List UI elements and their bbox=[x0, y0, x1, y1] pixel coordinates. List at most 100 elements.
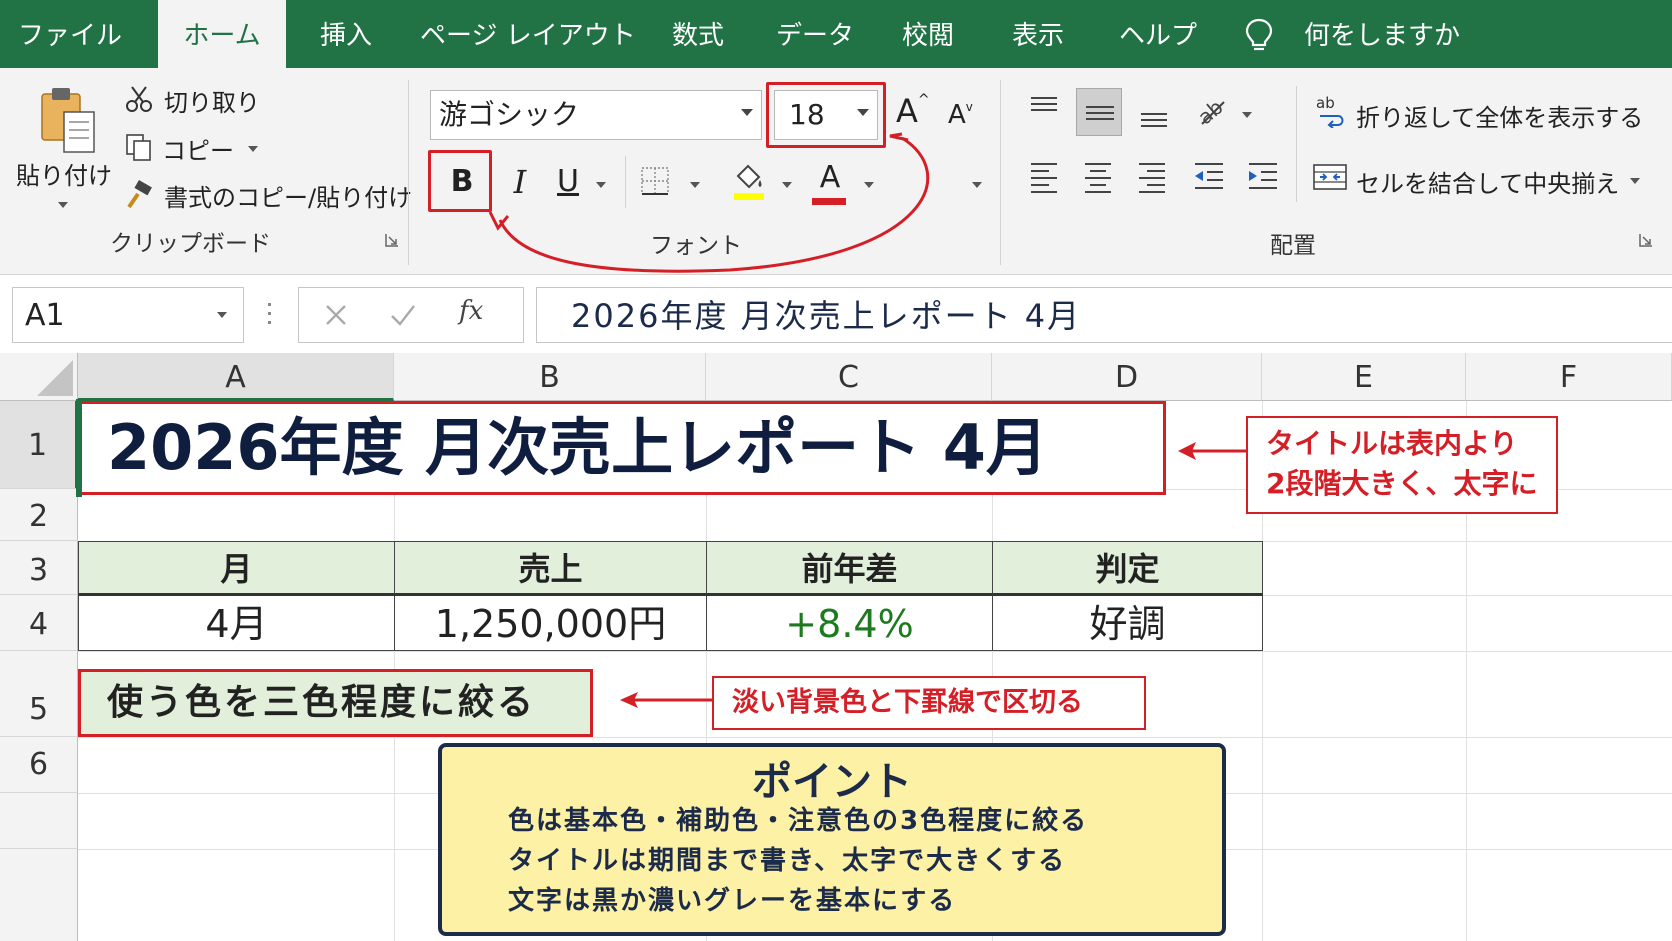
cell-a1[interactable]: 2026年度 月次売上レポート 4月 bbox=[78, 401, 1166, 495]
header-cell-judgement[interactable]: 判定 bbox=[992, 541, 1263, 596]
decrease-font-size-icon[interactable]: Av bbox=[948, 100, 973, 130]
column-header-e[interactable]: E bbox=[1262, 353, 1466, 401]
color-tip-text: 使う色を三色程度に絞る bbox=[107, 682, 537, 723]
align-bottom-icon[interactable] bbox=[1138, 94, 1170, 130]
align-center-icon[interactable] bbox=[1082, 160, 1114, 194]
ribbon-separator bbox=[1000, 80, 1001, 265]
tab-insert[interactable]: 挿入 bbox=[300, 0, 392, 68]
font-name-chevron-icon[interactable] bbox=[741, 109, 753, 116]
a5-arrow-icon bbox=[620, 692, 712, 708]
formula-content: 2026年度 月次売上レポート 4月 bbox=[571, 297, 1082, 335]
enter-check-icon[interactable] bbox=[389, 302, 417, 328]
paste-dropdown-chevron-icon[interactable] bbox=[58, 202, 68, 208]
paste-button[interactable]: 貼り付け bbox=[16, 156, 112, 191]
point-heading: ポイント bbox=[752, 759, 912, 805]
tab-formulas[interactable]: 数式 bbox=[658, 0, 738, 68]
row-header-5[interactable]: 5 bbox=[0, 651, 78, 737]
ribbon-home: 貼り付け 切り取り コピー 書式のコピー/貼り付け クリップボード 游ゴシック … bbox=[0, 68, 1672, 275]
wrap-text-button[interactable]: 折り返して全体を表示する bbox=[1356, 98, 1643, 133]
row-header-4[interactable]: 4 bbox=[0, 595, 78, 651]
format-painter-icon[interactable] bbox=[124, 180, 154, 210]
clipboard-launcher-icon[interactable] bbox=[384, 232, 400, 248]
column-header-f[interactable]: F bbox=[1466, 353, 1672, 401]
increase-indent-icon[interactable] bbox=[1246, 160, 1280, 194]
formula-input[interactable]: 2026年度 月次売上レポート 4月 bbox=[536, 287, 1672, 343]
cell-a5[interactable]: 使う色を三色程度に絞る bbox=[78, 669, 593, 737]
point-line: 色は基本色・補助色・注意色の3色程度に絞る bbox=[508, 806, 1089, 836]
formula-buttons: fx bbox=[298, 287, 524, 343]
data-cell-month[interactable]: 4月 bbox=[78, 596, 395, 651]
name-box[interactable]: A1 bbox=[12, 287, 244, 343]
tab-file[interactable]: ファイル bbox=[0, 0, 140, 68]
grid-line bbox=[78, 737, 1672, 738]
clipboard-group-label: クリップボード bbox=[110, 231, 271, 257]
row-header-7[interactable] bbox=[0, 793, 78, 849]
tab-view[interactable]: 表示 bbox=[998, 0, 1078, 68]
svg-text:ab: ab bbox=[1316, 94, 1335, 112]
orientation-icon[interactable]: ab bbox=[1192, 92, 1228, 128]
name-box-value: A1 bbox=[25, 298, 65, 333]
align-right-icon[interactable] bbox=[1136, 160, 1168, 194]
insert-function-icon[interactable]: fx bbox=[459, 296, 483, 326]
merge-dropdown-chevron-icon[interactable] bbox=[1630, 178, 1640, 184]
select-all-corner[interactable] bbox=[0, 353, 78, 401]
merge-center-icon[interactable] bbox=[1312, 162, 1348, 192]
align-middle-button[interactable] bbox=[1076, 88, 1122, 136]
column-header-b[interactable]: B bbox=[394, 353, 706, 401]
point-line: 文字は黒か濃いグレーを基本にする bbox=[508, 886, 957, 916]
svg-text:ab: ab bbox=[1193, 95, 1228, 128]
header-cell-month[interactable]: 月 bbox=[78, 541, 395, 596]
align-left-icon[interactable] bbox=[1028, 160, 1060, 194]
copy-button[interactable]: コピー bbox=[162, 131, 234, 166]
tab-help[interactable]: ヘルプ bbox=[1112, 0, 1204, 68]
excel-window: ファイル ホーム 挿入 ページ レイアウト 数式 データ 校閲 表示 ヘルプ 何… bbox=[0, 0, 1672, 941]
wrap-text-icon[interactable]: ab bbox=[1314, 94, 1346, 128]
data-cell-judgement[interactable]: 好調 bbox=[992, 596, 1263, 651]
orientation-dropdown-chevron-icon[interactable] bbox=[1242, 112, 1252, 118]
tab-review[interactable]: 校閲 bbox=[888, 0, 968, 68]
formula-bar-grip-icon bbox=[268, 303, 272, 327]
font-name-combo[interactable]: 游ゴシック bbox=[430, 90, 762, 140]
point-box: ポイント 色は基本色・補助色・注意色の3色程度に絞る タイトルは期間まで書き、太… bbox=[438, 743, 1226, 936]
column-header-d[interactable]: D bbox=[992, 353, 1262, 401]
row-header-2[interactable]: 2 bbox=[0, 489, 78, 541]
paste-icon[interactable] bbox=[38, 84, 98, 158]
cut-button[interactable]: 切り取り bbox=[164, 83, 260, 118]
formula-bar: A1 fx 2026年度 月次売上レポート 4月 bbox=[0, 275, 1672, 355]
select-all-triangle-icon bbox=[37, 360, 73, 396]
name-box-chevron-icon[interactable] bbox=[217, 312, 227, 318]
point-line: タイトルは期間まで書き、太字で大きくする bbox=[508, 846, 1067, 876]
tell-me-search[interactable]: 何をしますか bbox=[1304, 0, 1460, 68]
merge-center-button[interactable]: セルを結合して中央揃え bbox=[1356, 164, 1619, 199]
row-header-8[interactable] bbox=[0, 849, 78, 941]
copy-dropdown-chevron-icon[interactable] bbox=[248, 146, 258, 152]
tab-data[interactable]: データ bbox=[770, 0, 860, 68]
title-note-line: 2段階大きく、太字に bbox=[1266, 467, 1538, 500]
alignment-separator bbox=[1296, 86, 1297, 202]
tab-home[interactable]: ホーム bbox=[158, 0, 286, 68]
title-note-line: タイトルは表内より bbox=[1266, 427, 1518, 460]
lightbulb-icon[interactable] bbox=[1245, 18, 1273, 52]
increase-font-size-icon[interactable]: A^ bbox=[896, 92, 930, 130]
data-cell-sales[interactable]: 1,250,000円 bbox=[394, 596, 707, 651]
scissors-icon[interactable] bbox=[124, 84, 154, 114]
align-top-icon[interactable] bbox=[1028, 94, 1060, 124]
row-header-1[interactable]: 1 bbox=[0, 401, 78, 489]
active-cell-indicator bbox=[76, 399, 82, 497]
alignment-launcher-icon[interactable] bbox=[1638, 232, 1654, 248]
cancel-icon[interactable] bbox=[323, 302, 349, 328]
header-cell-yoy[interactable]: 前年差 bbox=[706, 541, 993, 596]
column-header-a[interactable]: A bbox=[78, 353, 394, 401]
row-header-3[interactable]: 3 bbox=[0, 541, 78, 595]
decrease-indent-icon[interactable] bbox=[1192, 160, 1226, 194]
copy-icon[interactable] bbox=[124, 132, 154, 162]
tab-page-layout[interactable]: ページ レイアウト bbox=[420, 0, 636, 68]
data-cell-yoy[interactable]: +8.4% bbox=[706, 596, 993, 651]
row-header-6[interactable]: 6 bbox=[0, 737, 78, 793]
header-cell-sales[interactable]: 売上 bbox=[394, 541, 707, 596]
format-painter-button[interactable]: 書式のコピー/貼り付け bbox=[164, 178, 412, 213]
title-arrow-icon bbox=[1178, 442, 1250, 460]
alignment-group-label: 配置 bbox=[1270, 233, 1316, 259]
font-more-chevron-icon[interactable] bbox=[972, 182, 982, 188]
column-header-c[interactable]: C bbox=[706, 353, 992, 401]
